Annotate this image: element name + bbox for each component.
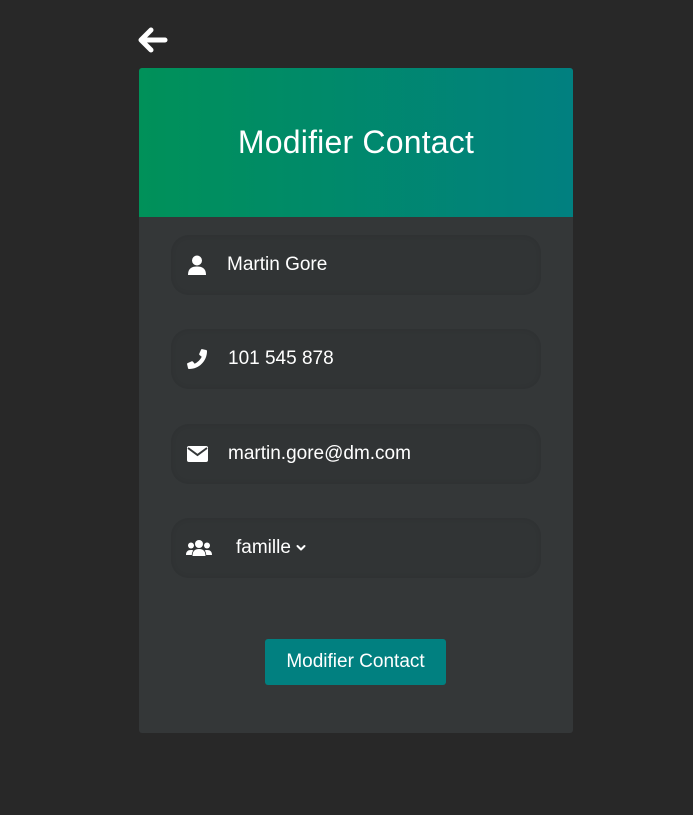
phone-icon (186, 348, 208, 370)
group-select-value: famille (236, 537, 291, 558)
name-input[interactable] (227, 254, 517, 276)
email-input[interactable] (228, 443, 518, 465)
chevron-down-icon (296, 544, 306, 552)
phone-field[interactable] (171, 329, 541, 389)
card-header: Modifier Contact (139, 68, 573, 217)
group-select[interactable]: famille (236, 537, 306, 559)
submit-button[interactable]: Modifier Contact (265, 639, 446, 685)
arrow-left-icon (138, 27, 168, 58)
users-icon (186, 537, 212, 559)
back-button[interactable] (137, 27, 169, 58)
page-title: Modifier Contact (237, 124, 475, 160)
envelope-icon (186, 443, 208, 465)
user-icon (186, 254, 208, 276)
edit-contact-card: Modifier Contact Martin Gore 101 545 878… (139, 68, 573, 733)
phone-input[interactable] (228, 348, 518, 370)
name-field[interactable] (171, 235, 541, 295)
page: Modifier Contact Martin Gore 101 545 878… (0, 0, 693, 815)
email-field[interactable] (171, 424, 541, 484)
group-field[interactable]: famille (171, 518, 541, 578)
